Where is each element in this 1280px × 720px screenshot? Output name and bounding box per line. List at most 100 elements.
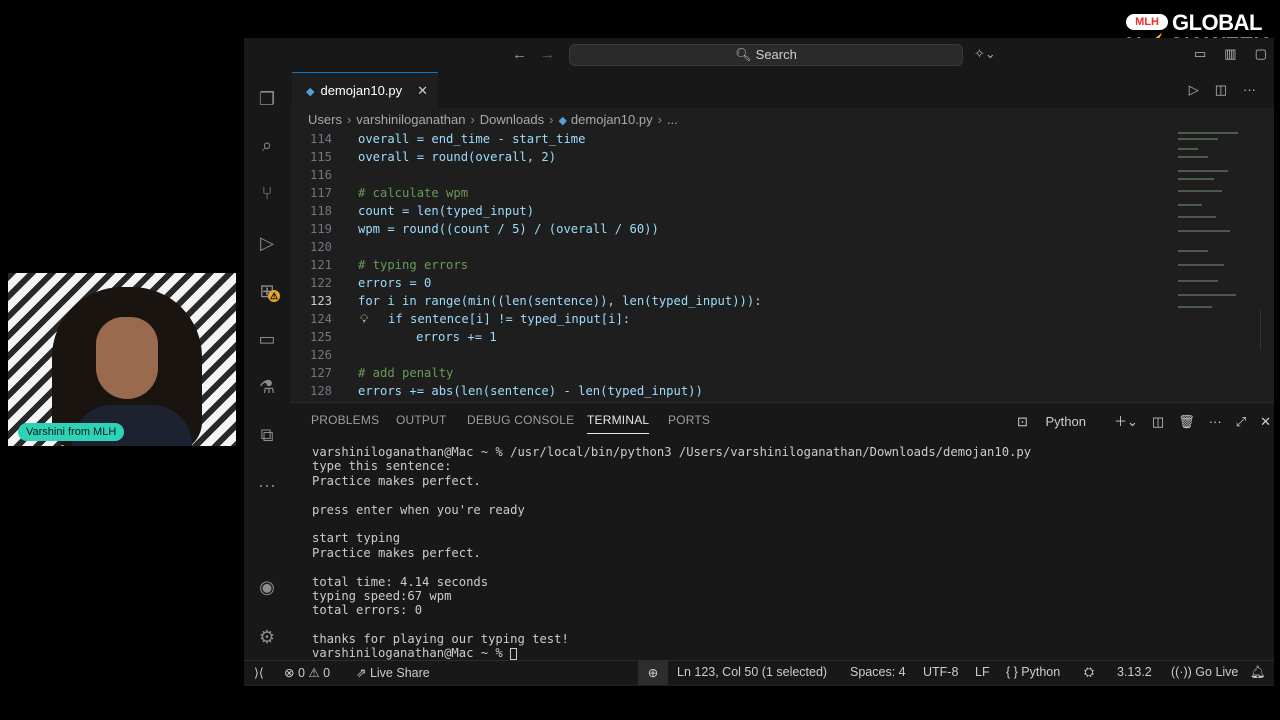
tab-problems[interactable]: PROBLEMS [311,413,379,427]
minimap[interactable] [1174,130,1244,330]
terminal-prompt-line[interactable]: varshiniloganathan@Mac ~ % [312,646,1031,660]
tab-ports[interactable]: PORTS [668,413,710,427]
code-line: 127 # add penalty [309,366,454,380]
language-mode[interactable]: { } Python [1006,665,1060,679]
breadcrumb-item[interactable]: demojan10.py [571,112,653,127]
broadcast-icon: ((·)) [1171,665,1196,679]
breadcrumb-item[interactable]: varshiniloganathan [356,112,465,127]
close-icon[interactable]: ✕ [417,73,428,109]
terminal-line: thanks for playing our typing test! [312,632,569,647]
new-terminal-icon[interactable]: ＋⌄ [1114,414,1138,429]
run-debug-icon[interactable]: ▷ [256,232,278,254]
terminal-line: typing speed:67 wpm [312,588,452,603]
testing-icon[interactable]: ⚗ [256,376,278,398]
status-bar: ⟩⟨ ⊗ 0 ⚠ 0 ⇗ Live Share ⊕ Ln 123, Col 50… [244,660,1274,685]
more-actions-icon[interactable]: ··· [1243,82,1256,97]
explorer-icon[interactable]: ❐ [256,88,278,110]
tab-terminal[interactable]: TERMINAL [587,413,650,434]
toggle-sidebar-icon[interactable]: ▭ [1194,46,1206,61]
cursor-position[interactable]: Ln 123, Col 50 (1 selected) [677,665,827,679]
tab-debug-console[interactable]: DEBUG CONSOLE [467,413,574,427]
toggle-secondary-sidebar-icon[interactable]: ▢ [1255,46,1267,61]
remote-indicator-icon[interactable]: ⟩⟨ [254,665,264,680]
notifications-bell-icon[interactable]: 🔔︎ [1250,665,1266,680]
indentation[interactable]: Spaces: 4 [850,665,906,679]
error-icon: ⊗ [284,666,298,680]
chevron-right-icon: › [657,112,662,127]
tab-output[interactable]: OUTPUT [396,413,447,427]
terminal-line: total time: 4.14 seconds [312,574,489,589]
breadcrumb-item[interactable]: ... [667,112,678,127]
code-line: 125 errors += 1 [309,330,497,344]
source-control-icon[interactable]: ⑂ [256,182,278,204]
activity-bar: ❐ ⌕ ⑂ ▷ ⊞ ⚠ ▭ ⚗ ⧉ ··· ◉ ⚙ [244,72,290,660]
terminal-line: Practice makes perfect. [312,545,481,560]
mlh-badge: MLH [1126,14,1168,30]
more-actions-icon[interactable]: ··· [1209,414,1222,429]
terminal-shell-selector[interactable]: ⊡ Python [1017,414,1100,429]
encoding[interactable]: UTF-8 [923,665,958,679]
end-of-line[interactable]: LF [975,665,990,679]
back-arrow-icon[interactable]: ← [512,46,527,63]
zoom-icon[interactable]: ⊕ [638,661,668,685]
chevron-right-icon: › [470,112,475,127]
terminal-line: start typing [312,531,401,546]
code-line: 116 [309,168,332,182]
split-terminal-icon[interactable]: ◫ [1152,414,1164,429]
copilot-status-icon[interactable]: ⛭ [1084,665,1094,680]
command-center-search[interactable]: 🔍︎ Search [569,44,963,66]
python-file-icon: ◆ [306,86,315,98]
code-line: 119 wpm = round((count / 5) / (overall / … [309,222,659,236]
vscode-window: ← → 🔍︎Search ✧⌄ ▭▥▢▤ ❐ ⌕ ⑂ ▷ ⊞ ⚠ ▭ ⚗ ⧉ ·… [244,38,1274,686]
python-file-icon: ◆ [558,115,567,127]
trash-icon[interactable]: 🗑︎ [1178,414,1195,429]
lightbulb-icon[interactable]: 💡︎ [360,310,369,328]
code-line: 118 count = len(typed_input) [309,204,535,218]
code-line: 117 # calculate wpm [309,186,469,200]
live-share-icon: ⇗ [356,666,370,680]
tab-demojan10[interactable]: ◆ demojan10.py ✕ [292,72,438,108]
editor-scrollbar[interactable] [1260,310,1268,350]
go-live-button[interactable]: ((·)) Go Live [1171,665,1238,679]
editor-actions: ▷ ◫ ··· [1173,82,1256,98]
close-panel-icon[interactable]: ✕ [1260,414,1271,429]
code-line: 122 errors = 0 [309,276,432,290]
code-editor[interactable]: 114 overall = end_time - start_time 115 ov… [290,130,1172,400]
remote-explorer-icon[interactable]: ▭ [256,328,278,350]
breadcrumb-item[interactable]: Downloads [480,112,544,127]
docker-icon[interactable]: ⧉ [256,424,278,446]
tab-label: demojan10.py [320,83,403,98]
terminal-output[interactable]: varshiniloganathan@Mac ~ % /usr/local/bi… [312,445,1031,661]
account-icon[interactable]: ◉ [256,576,278,598]
presenter-name-label: Varshini from MLH [18,423,125,441]
python-version[interactable]: 3.13.2 [1117,665,1152,679]
search-icon[interactable]: ⌕ [256,134,278,156]
breadcrumb-item[interactable]: Users [308,112,342,127]
terminal-line: total errors: 0 [312,603,423,618]
code-line: 121 # typing errors [309,258,469,272]
settings-gear-icon[interactable]: ⚙ [256,626,278,648]
copilot-icon[interactable]: ✧⌄ [974,46,996,62]
maximize-panel-icon[interactable]: ⤢ [1236,414,1246,429]
code-line-active: 123 for i in range(min((len(sentence)), l… [309,294,762,308]
terminal-line: varshiniloganathan@Mac ~ % /usr/local/bi… [312,445,1032,459]
code-line: 114 overall = end_time - start_time [309,132,586,146]
forward-arrow-icon[interactable]: → [540,46,555,63]
code-line: 128 errors += abs(len(sentence) - len(typ… [309,384,703,398]
code-line: 115 overall = round(overall, 2) [309,150,557,164]
toggle-panel-icon[interactable]: ▥ [1224,46,1236,61]
terminal-icon: ⊡ [1017,414,1032,429]
editor-tabs: ◆ demojan10.py ✕ ▷ ◫ ··· [290,72,1274,108]
run-icon[interactable]: ▷ [1189,82,1199,97]
problems-status[interactable]: ⊗ 0 ⚠ 0 [284,665,330,680]
split-editor-icon[interactable]: ◫ [1215,82,1227,97]
live-share-button[interactable]: ⇗ Live Share [356,665,430,680]
more-icon[interactable]: ··· [256,474,278,496]
terminal-cursor [510,647,518,660]
chevron-right-icon: › [549,112,554,127]
terminal-line: Practice makes perfect. [312,473,481,488]
code-line: 126 [309,348,332,362]
warning-badge-icon: ⚠ [268,290,280,302]
